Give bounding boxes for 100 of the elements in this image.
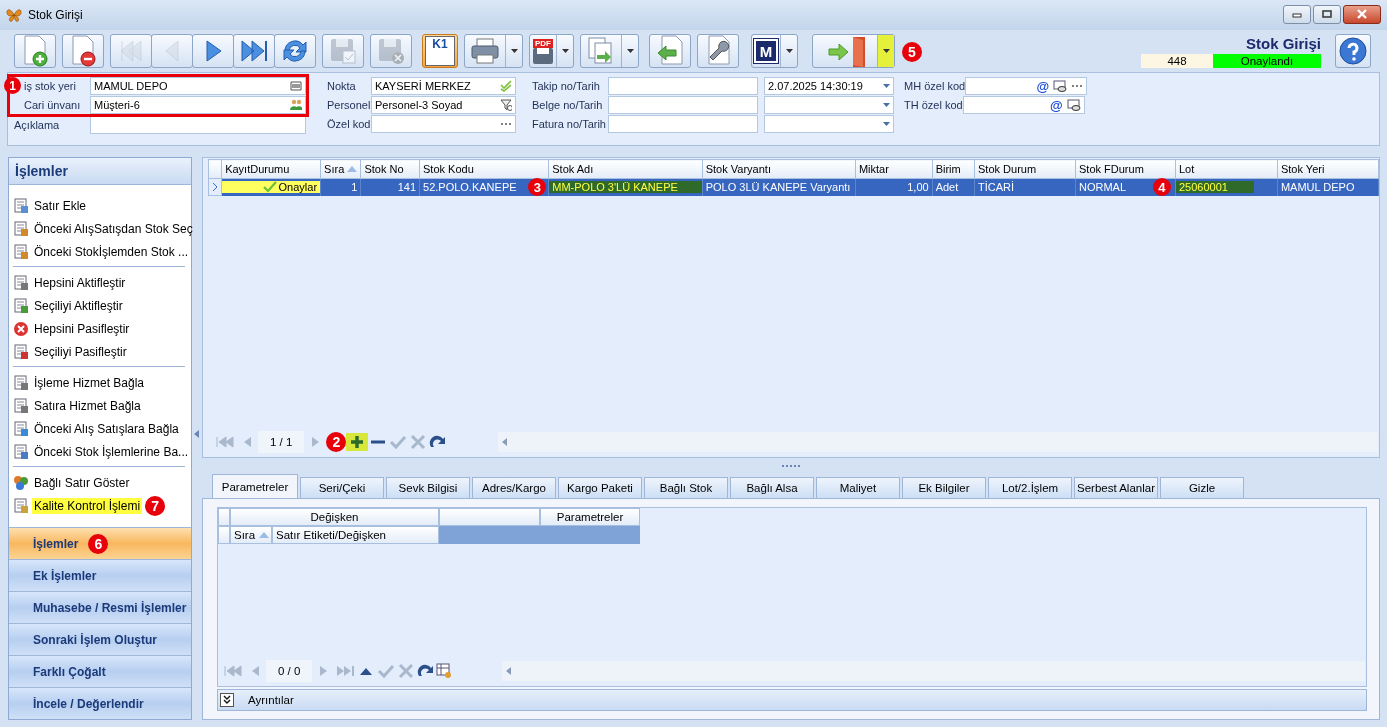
date-field[interactable]: 2.07.2025 14:30:19 — [764, 77, 894, 95]
menu-item[interactable]: Önceki Stok İşlemlerine Ba... — [32, 443, 191, 460]
text-field[interactable]: KAYSERİ MERKEZ — [371, 77, 516, 95]
table-settings-icon[interactable] — [436, 663, 453, 679]
close-button[interactable] — [1343, 4, 1381, 24]
column-header[interactable]: Stok No — [360, 159, 420, 179]
new-button[interactable] — [14, 34, 56, 68]
print-button[interactable] — [464, 34, 523, 68]
menu-item[interactable]: Hepsini Pasifleştir — [32, 320, 132, 337]
nav-button[interactable]: İşlemler 6 — [9, 527, 191, 559]
check-icon[interactable] — [500, 80, 512, 92]
column-header[interactable]: Stok FDurum — [1075, 159, 1176, 179]
number-badge: 5 — [902, 42, 922, 62]
tab[interactable]: Serbest Alanlar — [1074, 477, 1158, 498]
delete-button[interactable] — [62, 34, 104, 68]
tab[interactable]: Ek Bilgiler — [902, 477, 986, 498]
tab[interactable]: Seri/Çeki — [300, 477, 384, 498]
menu-item[interactable]: Seçiliyi Aktifleştir — [32, 297, 125, 314]
band-header: Değişken — [230, 508, 439, 526]
caret-icon[interactable] — [883, 122, 890, 126]
text-field[interactable]: @ — [962, 96, 1085, 114]
text-field[interactable]: MAMUL DEPO — [90, 77, 306, 95]
menu-item[interactable]: Önceki AlışSatışdan Stok Seç — [32, 220, 195, 237]
menu-item[interactable]: İşleme Hizmet Bağla — [32, 374, 147, 391]
tab[interactable]: Lot/2.İşlem — [988, 477, 1072, 498]
date-field[interactable] — [764, 115, 894, 133]
nav-button[interactable]: Farklı Çoğalt — [9, 655, 191, 687]
column-header[interactable]: KayıtDurumu — [221, 159, 321, 179]
copy-button[interactable] — [580, 34, 639, 68]
column-header[interactable]: Stok Yeri — [1277, 159, 1379, 179]
nav-button[interactable]: Ek İşlemler — [9, 559, 191, 591]
help-button[interactable] — [1335, 34, 1371, 68]
preview-icon[interactable] — [1053, 80, 1068, 92]
column-header[interactable]: Birim — [932, 159, 975, 179]
letter-button[interactable]: M — [751, 34, 798, 68]
people-icon[interactable] — [290, 99, 302, 111]
pdf-button[interactable]: PDF — [529, 34, 574, 68]
column-header[interactable]: Lot — [1175, 159, 1278, 179]
caret-icon[interactable] — [883, 103, 890, 107]
text-field[interactable]: Personel-3 Soyad — [371, 96, 516, 114]
splitter-grip-icon[interactable] — [781, 464, 801, 468]
menu-item[interactable]: Bağlı Satır Göster — [32, 474, 132, 491]
caret-icon[interactable] — [883, 84, 890, 88]
at-button[interactable]: @ — [1050, 97, 1063, 113]
text-field[interactable] — [608, 96, 758, 114]
field-label: iş stok yeri — [24, 80, 77, 92]
tab[interactable]: Bağlı Alsa — [730, 477, 814, 498]
menu-item[interactable]: Satır Ekle — [32, 197, 89, 214]
column-header[interactable]: Miktar — [855, 159, 933, 179]
column-header[interactable]: Stok Kodu — [419, 159, 549, 179]
barcode-icon[interactable] — [290, 80, 302, 92]
tab[interactable]: Kargo Paketi — [558, 477, 642, 498]
tab[interactable]: Bağlı Stok — [644, 477, 728, 498]
add-row-button[interactable] — [346, 433, 369, 451]
minimize-button[interactable] — [1283, 4, 1311, 24]
nav-button[interactable]: Muhasebe / Resmi İşlemler — [9, 591, 191, 623]
tab[interactable]: Sevk Bilgisi — [386, 477, 470, 498]
tab[interactable]: Parametreler — [212, 474, 298, 498]
nav-button[interactable]: İncele / Değerlendir — [9, 687, 191, 719]
column-header[interactable]: Sıra — [230, 526, 272, 544]
number-badge: 6 — [88, 533, 109, 554]
menu-item[interactable]: Hepsini Aktifleştir — [32, 274, 128, 291]
text-field[interactable]: @ — [965, 77, 1088, 95]
column-header[interactable]: Sıra — [320, 159, 361, 179]
menu-item[interactable]: Önceki Stokİşlemden Stok ... — [32, 243, 191, 260]
next-button[interactable] — [192, 34, 234, 68]
date-field[interactable] — [764, 96, 894, 114]
text-field[interactable] — [608, 77, 758, 95]
column-header[interactable]: Stok Adı — [548, 159, 703, 179]
column-header[interactable]: Stok Durum — [974, 159, 1076, 179]
tab[interactable]: Gizle — [1160, 477, 1244, 498]
horizontal-scrollbar[interactable] — [502, 661, 1365, 681]
back-button[interactable] — [649, 34, 691, 68]
column-header[interactable]: Stok Varyantı — [702, 159, 856, 179]
menu-item[interactable]: Önceki Alış Satışlara Bağla — [32, 420, 181, 437]
tab[interactable]: Adres/Kargo — [472, 477, 556, 498]
column-header[interactable]: Satır Etiketi/Değişken — [272, 526, 439, 544]
wrench-button[interactable] — [697, 34, 739, 68]
status-badge: Onaylandı — [1213, 53, 1321, 68]
expand-icon[interactable] — [220, 693, 234, 707]
refresh-button[interactable] — [274, 34, 316, 68]
menu-item[interactable]: Satıra Hizmet Bağla — [32, 397, 143, 414]
text-field[interactable] — [608, 115, 758, 133]
menu-item[interactable]: Kalite Kontrol İşlemi — [32, 497, 143, 514]
row-pointer-icon — [212, 183, 218, 191]
text-field[interactable] — [371, 115, 516, 133]
details-bar[interactable]: Ayrıntılar — [217, 689, 1367, 711]
collapse-arrow-icon[interactable] — [194, 430, 199, 438]
horizontal-scrollbar[interactable] — [498, 432, 1378, 452]
text-field[interactable]: Müşteri-6 — [90, 96, 306, 114]
maximize-button[interactable] — [1313, 4, 1341, 24]
help-icon — [1339, 37, 1367, 65]
menu-item[interactable]: Seçiliyi Pasifleştir — [32, 343, 129, 360]
tab[interactable]: Maliyet — [816, 477, 900, 498]
preview-icon[interactable] — [1066, 99, 1081, 111]
at-button[interactable]: @ — [1036, 78, 1050, 94]
nav-button[interactable]: Sonraki İşlem Oluştur — [9, 623, 191, 655]
field-label: Cari ünvanı — [24, 99, 82, 111]
filter-icon[interactable] — [500, 99, 512, 111]
last-button[interactable] — [233, 34, 275, 68]
